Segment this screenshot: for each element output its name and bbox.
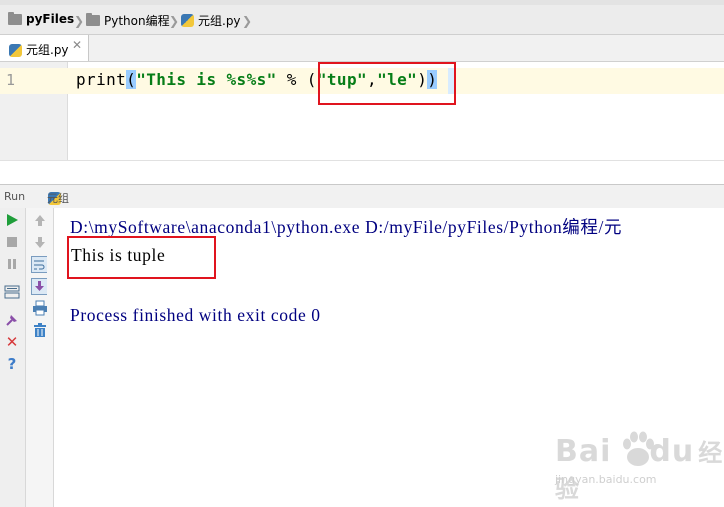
run-panel-title: Run (4, 190, 26, 203)
run-config-name[interactable]: 元组 (47, 190, 69, 206)
scroll-to-end-icon[interactable] (31, 277, 47, 295)
paw-icon (623, 431, 654, 466)
down-arrow-icon[interactable] (32, 234, 48, 250)
breadcrumb-item-pyfiles[interactable]: pyFiles (8, 11, 74, 26)
code-open-paren: ( (126, 70, 137, 89)
tab-label[interactable]: 元组.py (26, 41, 69, 58)
code-operator: % (276, 70, 307, 89)
folder-icon (86, 13, 100, 26)
chevron-right-icon: ❯ (242, 14, 253, 28)
annotation-highlight-output (67, 236, 216, 279)
baidu-watermark: Bai du 经验 jingyan.baidu.com (555, 431, 724, 505)
pause-icon[interactable] (4, 256, 20, 272)
help-icon[interactable]: ? (4, 355, 20, 373)
python-file-icon (9, 44, 22, 57)
chevron-right-icon: ❯ (74, 14, 85, 28)
line-number: 1 (6, 71, 16, 89)
editor-empty-area (0, 160, 724, 185)
editor-tab-bar (0, 35, 724, 62)
print-icon[interactable] (32, 300, 48, 316)
close-tab-icon[interactable]: ✕ (72, 38, 82, 52)
trash-icon[interactable] (32, 322, 48, 338)
soft-wrap-icon[interactable] (31, 255, 47, 273)
run-toolbar-right (26, 208, 54, 507)
console-exit-message: Process finished with exit code 0 (70, 305, 321, 325)
pin-icon[interactable] (4, 312, 20, 328)
layout-icon[interactable] (4, 284, 20, 300)
close-icon[interactable]: ✕ (4, 333, 20, 351)
up-arrow-icon[interactable] (32, 212, 48, 228)
breadcrumb-item-python[interactable]: Python编程 (86, 12, 170, 29)
code-format-string: "This is %s%s" (136, 70, 277, 89)
run-icon[interactable] (4, 212, 20, 228)
run-toolbar-left: ✕ ? (0, 208, 26, 507)
code-tuple-open: ( (306, 70, 317, 89)
breadcrumb-item-file[interactable]: 元组.py (181, 12, 241, 29)
stop-icon[interactable] (4, 234, 20, 250)
code-function: print (76, 70, 127, 89)
annotation-highlight-tuple (318, 62, 456, 105)
python-file-icon (181, 14, 194, 27)
folder-icon (8, 11, 22, 25)
chevron-right-icon: ❯ (169, 14, 180, 28)
breadcrumb: pyFiles ❯ Python编程 ❯ 元组.py ❯ (0, 5, 724, 35)
run-panel-header (0, 184, 724, 210)
watermark-url: jingyan.baidu.com (555, 473, 657, 486)
